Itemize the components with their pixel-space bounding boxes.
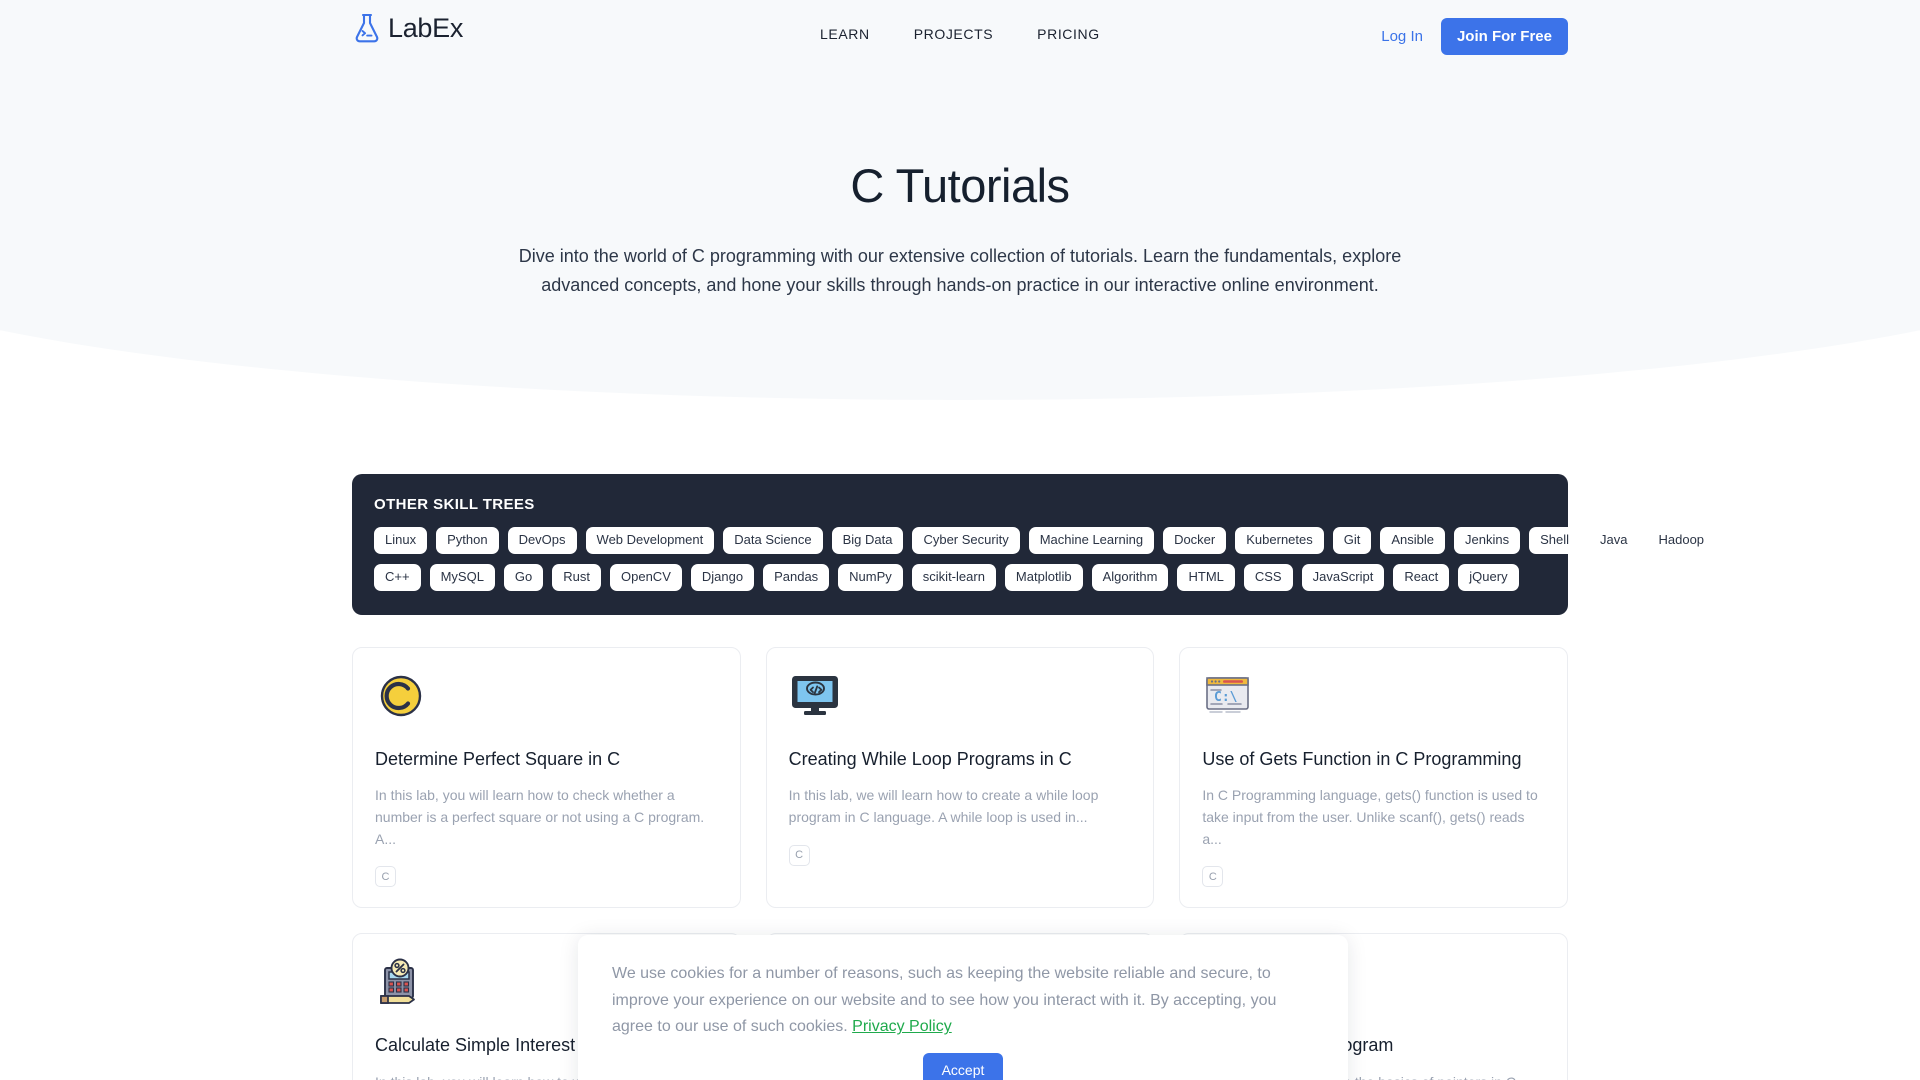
page-title: C Tutorials [850, 159, 1070, 212]
skill-tag[interactable]: Machine Learning [1028, 527, 1155, 554]
svg-text:C:\: C:\ [1214, 690, 1238, 705]
tutorial-card-language-badge: C [1202, 866, 1224, 888]
tutorial-card-description: In C Programming language, gets() functi… [1202, 787, 1538, 847]
privacy-policy-link[interactable]: Privacy Policy [852, 1018, 952, 1035]
skill-tag[interactable]: Docker [1163, 527, 1227, 554]
tutorial-card-language-badge: C [788, 844, 810, 866]
skill-tag[interactable]: Git [1332, 527, 1372, 554]
flask-terminal-icon [352, 12, 382, 44]
tutorial-card[interactable]: Creating While Loop Programs in C In this… [765, 646, 1155, 909]
skill-tag[interactable]: React [1393, 563, 1450, 591]
site-header: LabEx LEARN PROJECTS PRICING Log In Join… [0, 0, 1920, 72]
skill-tag[interactable]: Algorithm [1091, 563, 1169, 591]
skill-tag[interactable]: C++ [374, 563, 421, 591]
tutorial-card-title: Use of Gets Function in C Programming [1202, 748, 1522, 769]
join-for-free-button[interactable]: Join For Free [1440, 18, 1568, 55]
skill-tag[interactable]: Shell [1529, 527, 1581, 554]
skill-tag[interactable]: DevOps [507, 527, 577, 554]
cookie-banner-text: We use cookies for a number of reasons, … [612, 961, 1314, 1041]
hero-section: C Tutorials Dive into the world of C pro… [0, 72, 1920, 300]
skill-tag[interactable]: MySQL [429, 563, 495, 591]
skill-tag[interactable]: Matplotlib [1004, 563, 1083, 591]
page-subtitle: Dive into the world of C programming wit… [518, 245, 1402, 295]
skill-tag[interactable]: Cyber Security [912, 527, 1020, 554]
skill-tag[interactable]: Java [1589, 527, 1639, 554]
skill-tag[interactable]: jQuery [1458, 563, 1519, 591]
other-skill-trees-panel: OTHER SKILL TREES Linux Python DevOps Web D… [352, 474, 1716, 615]
skill-tag[interactable]: Python [436, 527, 499, 554]
auth-actions: Log In Join For Free [1381, 18, 1568, 55]
tutorial-card-title: Determine Perfect Square in C [375, 748, 621, 769]
skill-tag[interactable]: Ansible [1380, 527, 1446, 554]
cookie-banner-actions: Accept [612, 1053, 1314, 1080]
page-root: LabEx LEARN PROJECTS PRICING Log In Join… [0, 0, 1920, 1080]
monitor-code-loop-icon [789, 670, 841, 722]
skill-tag[interactable]: Data Science [723, 527, 823, 554]
skill-tag[interactable]: scikit-learn [911, 563, 996, 591]
skill-trees-heading: OTHER SKILL TREES [374, 496, 535, 513]
skill-tag[interactable]: Big Data [831, 527, 904, 554]
nav-item-projects[interactable]: PROJECTS [914, 26, 993, 42]
nav-item-pricing[interactable]: PRICING [1037, 26, 1100, 42]
skill-tag[interactable]: Jenkins [1454, 527, 1521, 554]
logo[interactable]: LabEx [352, 12, 463, 44]
skill-tag[interactable]: CSS [1243, 563, 1293, 591]
log-in-link[interactable]: Log In [1381, 28, 1423, 45]
skill-tag-rows: Linux Python DevOps Web Development Data Sci… [374, 527, 1716, 591]
skill-tag[interactable]: Pandas [763, 563, 830, 591]
terminal-window-icon: C:\ [1202, 670, 1254, 722]
tutorial-card-description: In this lab, we will learn how to create… [788, 787, 1099, 825]
skill-tag[interactable]: Go [503, 563, 544, 591]
skill-tag[interactable]: OpenCV [610, 563, 682, 591]
skill-tag[interactable]: Kubernetes [1235, 527, 1324, 554]
skill-tag[interactable]: Linux [374, 527, 428, 554]
skill-tag[interactable]: JavaScript [1301, 563, 1385, 591]
skill-tag[interactable]: Web Development [585, 527, 715, 554]
skill-tag[interactable]: Hadoop [1647, 527, 1716, 554]
c-language-coin-icon [375, 670, 427, 722]
calculator-percent-pencil-icon [375, 956, 427, 1008]
skill-tag[interactable]: Rust [552, 563, 601, 591]
tutorial-card-language-badge: C [375, 866, 396, 888]
cookie-consent-banner: We use cookies for a number of reasons, … [578, 935, 1348, 1080]
tutorial-card-title: Creating While Loop Programs in C [788, 748, 1072, 769]
skill-tag[interactable]: Django [690, 563, 755, 591]
skill-tag[interactable]: HTML [1177, 563, 1235, 591]
accept-cookies-button[interactable]: Accept [922, 1053, 1004, 1080]
logo-text: LabEx [388, 12, 464, 43]
tutorial-card[interactable]: C:\ Use of Gets Function in C Programmin… [1179, 646, 1568, 909]
skill-tag[interactable]: NumPy [838, 563, 903, 591]
main-nav: LEARN PROJECTS PRICING [820, 26, 1100, 42]
tutorial-card-description: In this lab, you will learn how to check… [375, 787, 705, 847]
tutorial-card[interactable]: Determine Perfect Square in C In this lab… [352, 646, 741, 909]
skill-tag-row-1: Linux Python DevOps Web Development Data Sci… [374, 527, 1716, 554]
skill-tag-row-2: C++ MySQL Go Rust OpenCV Django Pandas NumPy sci… [374, 563, 1546, 591]
nav-item-learn[interactable]: LEARN [820, 26, 870, 42]
